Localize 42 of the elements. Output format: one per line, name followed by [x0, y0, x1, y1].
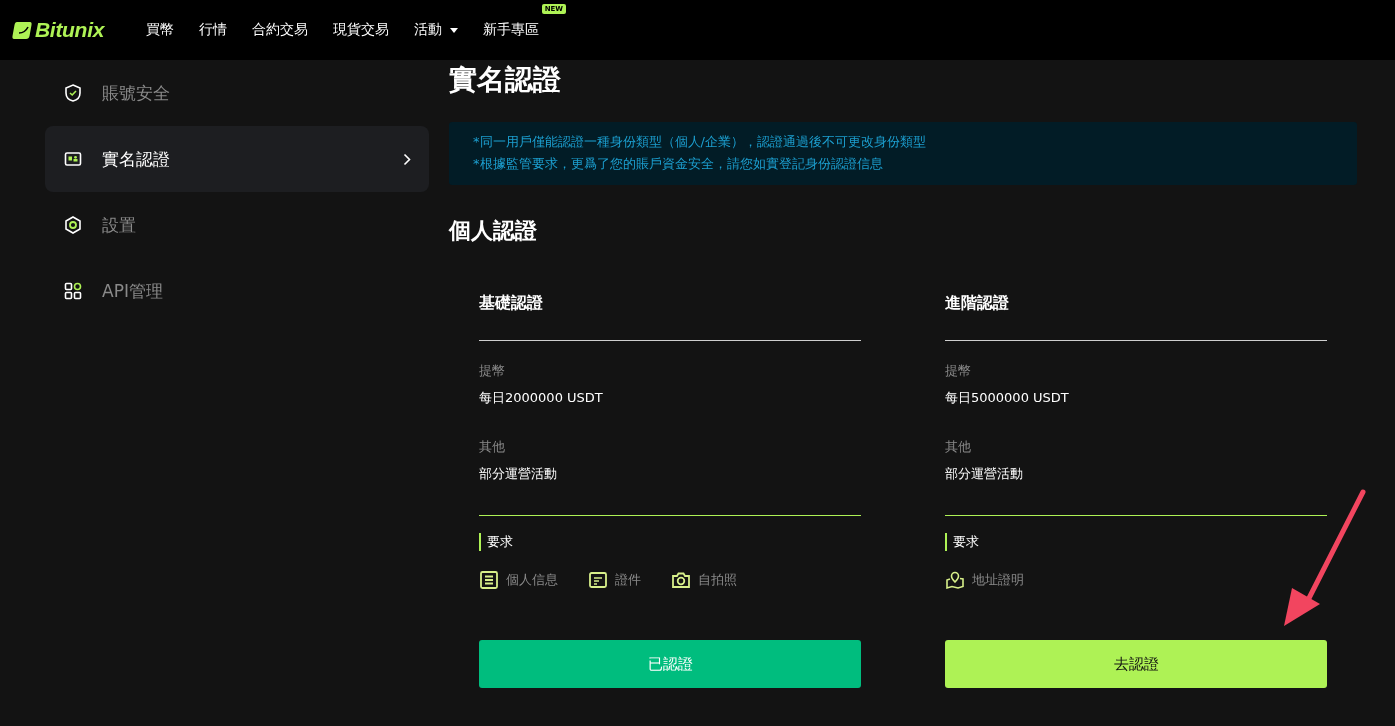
- hexagon-icon: [63, 215, 83, 235]
- limit-label: 其他: [479, 438, 506, 456]
- caret-icon: [450, 27, 459, 33]
- limit-value: 部分運營活動: [945, 465, 1024, 483]
- map-pin-icon: [945, 570, 965, 590]
- limit-value: 每日5000000 USDT: [945, 389, 1070, 407]
- page-title: 實名認證: [449, 62, 562, 98]
- requirement-label: 自拍照: [698, 571, 737, 589]
- verify-button[interactable]: 去認證: [945, 640, 1327, 688]
- notice-text: *同一用戶僅能認證一種身份類型（個人/企業），認證通過後不可更改身份類型: [473, 133, 927, 151]
- section-title: 個人認證: [449, 217, 538, 245]
- id-card-icon: [63, 149, 83, 169]
- document-icon: [588, 570, 608, 590]
- nav-link[interactable]: 買幣: [146, 21, 175, 39]
- requirements-label: 要求: [479, 533, 513, 551]
- sidebar-item[interactable]: 實名認證: [45, 126, 429, 192]
- limit-label: 其他: [945, 438, 972, 456]
- list-document-icon: [479, 570, 499, 590]
- requirement-label: 個人信息: [506, 571, 558, 589]
- nav-link[interactable]: 現貨交易: [333, 21, 390, 39]
- camera-icon: [671, 570, 691, 590]
- limit-label: 提幣: [479, 362, 506, 380]
- sidebar-item[interactable]: 賬號安全: [45, 60, 429, 126]
- grid-icon: [63, 281, 83, 301]
- limit-label: 提幣: [945, 362, 972, 380]
- logo-icon: [12, 21, 32, 39]
- logo-text[interactable]: Bitunix: [35, 18, 105, 42]
- requirement-label: 證件: [615, 571, 641, 589]
- limit-value: 每日2000000 USDT: [479, 389, 604, 407]
- requirement-label: 地址證明: [972, 571, 1024, 589]
- chevron-right-icon: [403, 152, 411, 166]
- sidebar-item[interactable]: API管理: [45, 258, 429, 324]
- nav-link[interactable]: 活動: [414, 21, 459, 39]
- level-title: 基礎認證: [479, 292, 544, 314]
- nav-link[interactable]: 合約交易: [252, 21, 309, 39]
- level-title: 進階認證: [945, 292, 1010, 314]
- notice-text: *根據監管要求，更爲了您的賬戶資金安全，請您如實登記身份認證信息: [473, 155, 884, 173]
- nav-link[interactable]: 行情: [199, 21, 228, 39]
- shield-check-icon: [63, 83, 83, 103]
- requirements-label: 要求: [945, 533, 979, 551]
- limit-value: 部分運營活動: [479, 465, 558, 483]
- sidebar-item[interactable]: 設置: [45, 192, 429, 258]
